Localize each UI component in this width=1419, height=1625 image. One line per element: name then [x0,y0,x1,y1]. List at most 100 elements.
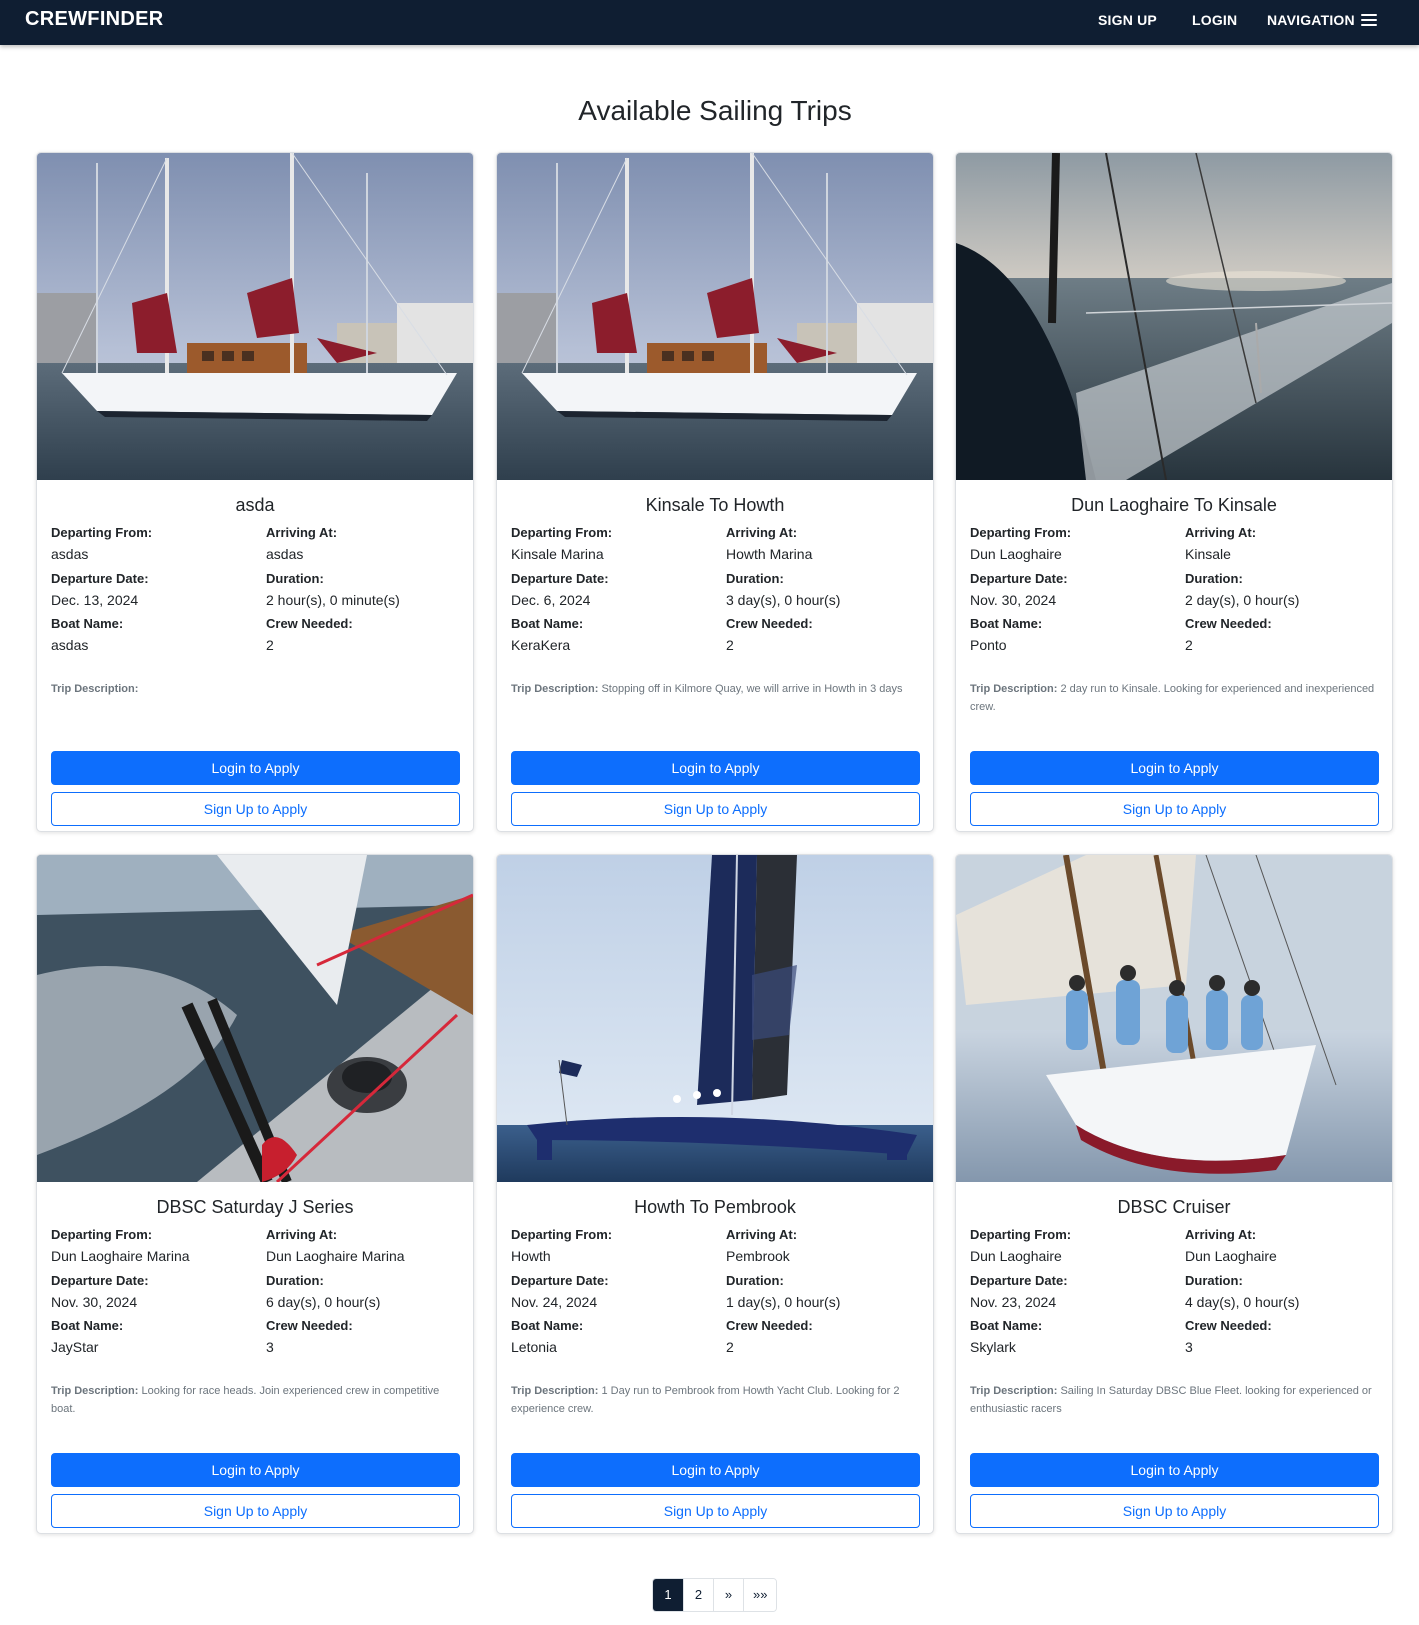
login-to-apply-button[interactable]: Login to Apply [511,751,920,785]
login-to-apply-button[interactable]: Login to Apply [970,1453,1379,1487]
login-to-apply-button[interactable]: Login to Apply [51,1453,460,1487]
nav-navigation-link[interactable]: NAVIGATION [1267,12,1355,28]
trip-title: Howth To Pembrook [634,1197,796,1217]
nav-login-link[interactable]: LOGIN [1192,12,1237,28]
crew-needed-value: 2 [726,637,734,653]
trip-description: Trip Description: 1 Day run to Pembrook … [511,1382,921,1418]
trip-description: Trip Description: Stopping off in Kilmor… [511,680,921,698]
trip-card: asda Departing From: asdas Arriving At: … [36,152,474,832]
duration-label: Duration: [726,1273,784,1288]
winch-deck-photo [37,855,473,1182]
page-title: Available Sailing Trips [578,95,852,126]
departing-from-label: Departing From: [511,1227,613,1242]
crew-needed-label: Crew Needed: [266,616,353,631]
departure-date-value: Dec. 13, 2024 [51,592,139,608]
departing-from-value: Dun Laoghaire [970,546,1062,562]
trip-title: DBSC Cruiser [1117,1197,1231,1217]
departing-from-value: Kinsale Marina [511,546,604,562]
duration-label: Duration: [726,571,784,586]
boat-name-value: asdas [51,637,89,653]
departure-date-value: Nov. 24, 2024 [511,1294,598,1310]
duration-value: 6 day(s), 0 hour(s) [266,1294,381,1310]
sailboat-marina-photo [497,153,933,480]
crew-needed-value: 3 [1185,1339,1193,1355]
trip-description-label: Trip Description: [51,1385,139,1397]
sea-sunset-photo [956,153,1392,480]
crew-needed-value: 2 [726,1339,734,1355]
trip-card: DBSC Cruiser Departing From: Dun Laoghai… [955,854,1393,1534]
departure-date-label: Departure Date: [511,1273,609,1288]
boat-name-value: JayStar [51,1339,99,1355]
next-page-link[interactable]: » [713,1579,743,1611]
trip-title: DBSC Saturday J Series [156,1197,354,1217]
login-to-apply-button[interactable]: Login to Apply [511,1453,920,1487]
duration-label: Duration: [266,571,324,586]
trip-description: Trip Description: [51,680,461,698]
duration-value: 2 day(s), 0 hour(s) [1185,592,1300,608]
signup-to-apply-button[interactable]: Sign Up to Apply [51,792,460,826]
trip-description-text: Stopping off in Kilmore Quay, we will ar… [601,683,903,695]
crewed-yacht-photo [956,855,1392,1182]
arriving-at-value: asdas [266,546,304,562]
departing-from-label: Departing From: [511,525,613,540]
departure-date-value: Nov. 30, 2024 [970,592,1057,608]
top-navbar: CREWFINDER SIGN UP LOGIN NAVIGATION [0,0,1419,45]
departing-from-label: Departing From: [970,1227,1072,1242]
departing-from-value: asdas [51,546,89,562]
trip-description-label: Trip Description: [511,683,599,695]
arriving-at-label: Arriving At: [1185,1227,1257,1242]
trip-title: Kinsale To Howth [645,495,785,515]
page-1-link[interactable]: 1 [653,1579,683,1611]
departing-from-value: Howth [511,1248,551,1264]
departure-date-value: Dec. 6, 2024 [511,592,591,608]
trip-card: Dun Laoghaire To Kinsale Departing From:… [955,152,1393,832]
duration-value: 3 day(s), 0 hour(s) [726,592,841,608]
login-to-apply-button[interactable]: Login to Apply [970,751,1379,785]
signup-to-apply-button[interactable]: Sign Up to Apply [970,1494,1379,1528]
departure-date-label: Departure Date: [511,571,609,586]
duration-label: Duration: [1185,1273,1243,1288]
last-page-link[interactable]: »» [743,1579,777,1611]
arriving-at-label: Arriving At: [266,525,338,540]
departure-date-label: Departure Date: [970,1273,1068,1288]
signup-to-apply-button[interactable]: Sign Up to Apply [511,792,920,826]
departure-date-value: Nov. 30, 2024 [51,1294,138,1310]
departing-from-value: Dun Laoghaire [970,1248,1062,1264]
duration-label: Duration: [266,1273,324,1288]
crew-needed-value: 3 [266,1339,274,1355]
signup-to-apply-button[interactable]: Sign Up to Apply [511,1494,920,1528]
nav-signup-link[interactable]: SIGN UP [1098,12,1157,28]
crew-needed-label: Crew Needed: [1185,1318,1272,1333]
arriving-at-label: Arriving At: [266,1227,338,1242]
boat-name-value: Ponto [970,637,1007,653]
signup-to-apply-button[interactable]: Sign Up to Apply [970,792,1379,826]
page-2-link[interactable]: 2 [683,1579,713,1611]
trip-description-label: Trip Description: [511,1385,599,1397]
arriving-at-value: Pembrook [726,1248,790,1264]
hamburger-menu-icon[interactable] [1361,13,1377,27]
trip-description: Trip Description: Sailing In Saturday DB… [970,1382,1380,1418]
departing-from-label: Departing From: [970,525,1072,540]
boat-name-label: Boat Name: [51,616,124,631]
brand-logo[interactable]: CREWFINDER [25,8,164,31]
trip-description-label: Trip Description: [970,1385,1058,1397]
trip-title: Dun Laoghaire To Kinsale [1071,495,1277,515]
sailboat-marina-photo [37,153,473,480]
boat-name-value: Letonia [511,1339,557,1355]
trip-description-label: Trip Description: [970,683,1058,695]
trip-card: DBSC Saturday J Series Departing From: D… [36,854,474,1534]
departing-from-label: Departing From: [51,525,153,540]
duration-value: 4 day(s), 0 hour(s) [1185,1294,1300,1310]
arriving-at-value: Dun Laoghaire [1185,1248,1277,1264]
departure-date-label: Departure Date: [51,1273,149,1288]
trip-title: asda [235,495,275,515]
departure-date-label: Departure Date: [970,571,1068,586]
trip-description: Trip Description: Looking for race heads… [51,1382,461,1418]
arriving-at-value: Dun Laoghaire Marina [266,1248,405,1264]
boat-name-value: KeraKera [511,637,571,653]
login-to-apply-button[interactable]: Login to Apply [51,751,460,785]
signup-to-apply-button[interactable]: Sign Up to Apply [51,1494,460,1528]
boat-name-label: Boat Name: [970,616,1043,631]
racing-trimaran-photo [497,855,933,1182]
duration-value: 2 hour(s), 0 minute(s) [266,592,400,608]
